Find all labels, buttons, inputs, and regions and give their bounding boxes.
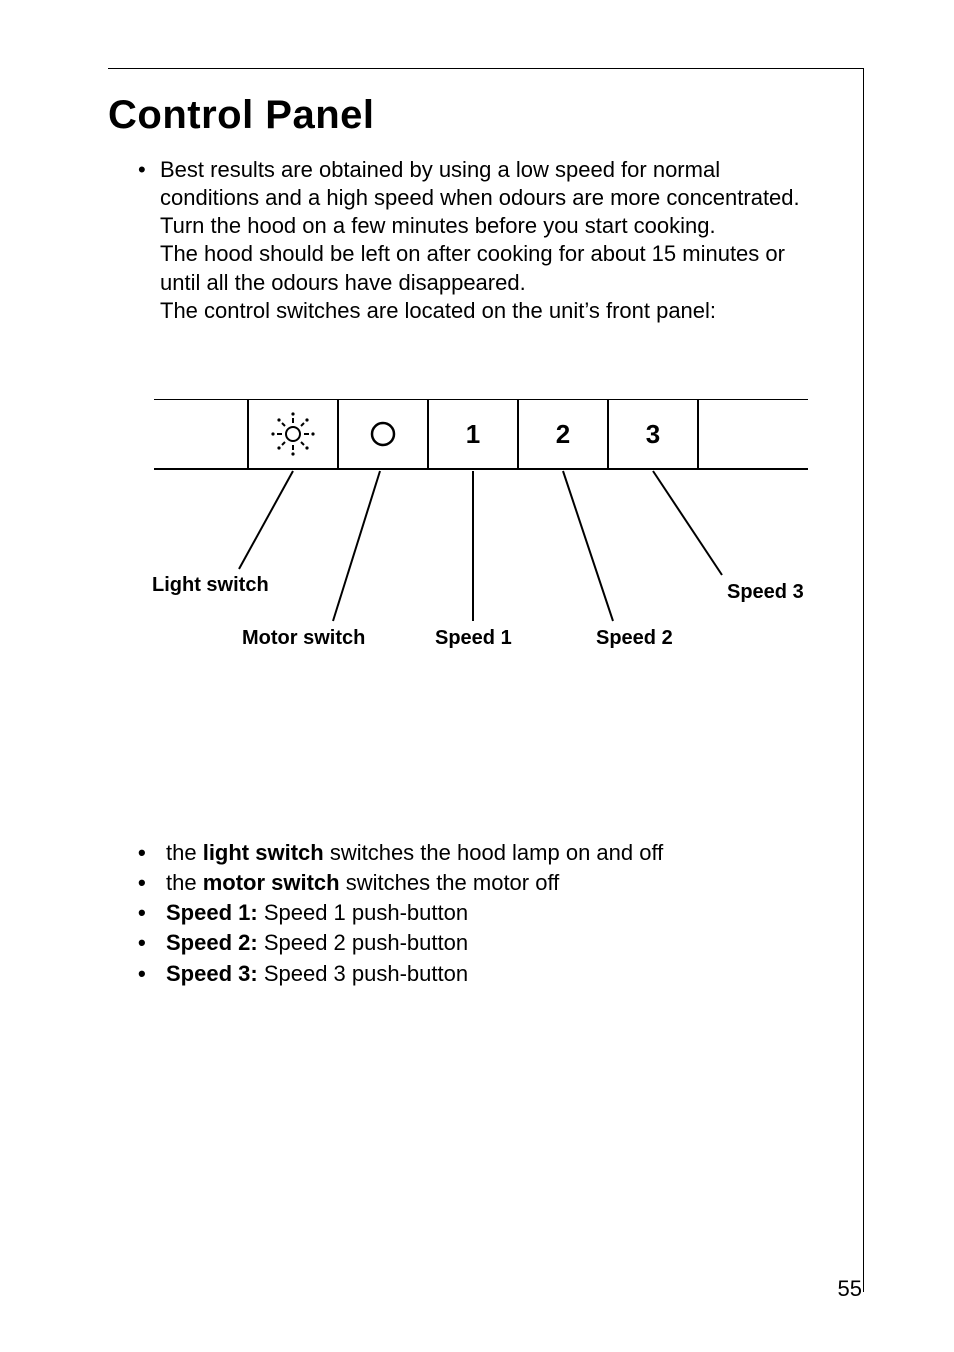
intro-line: conditions and a high speed when odours … (160, 185, 800, 210)
intro-line: The hood should be left on after cooking… (160, 241, 785, 266)
top-rule (108, 68, 864, 69)
intro-line: Turn the hood on a few minutes before yo… (160, 213, 716, 238)
text: the (166, 840, 203, 865)
text: switches the hood lamp on and off (324, 840, 664, 865)
list-item: Speed 2: Speed 2 push-button (138, 929, 864, 957)
motor-off-button[interactable] (338, 399, 428, 469)
motor-switch-label: Motor switch (242, 627, 365, 649)
list-item: Speed 3: Speed 3 push-button (138, 960, 864, 988)
page-title: Control Panel (108, 93, 864, 138)
text-bold: Speed 1: (166, 900, 258, 925)
list-item: the light switch switches the hood lamp … (138, 839, 864, 867)
text-bold: Speed 2: (166, 930, 258, 955)
text: Speed 3 push-button (258, 961, 468, 986)
speed1-label: Speed 1 (435, 627, 512, 649)
text: Speed 2 push-button (258, 930, 468, 955)
intro-line: The control switches are located on the … (160, 298, 716, 323)
text: the (166, 870, 203, 895)
circle-icon (372, 423, 394, 445)
speed3-label: Speed 3 (727, 581, 804, 603)
speed-1-label: 1 (466, 419, 480, 449)
description-list: the light switch switches the hood lamp … (138, 839, 864, 988)
panel-row (154, 399, 808, 469)
list-item: the motor switch switches the motor off (138, 869, 864, 897)
light-button[interactable] (248, 399, 338, 469)
speed-2-label: 2 (556, 419, 570, 449)
intro-line: Best results are obtained by using a low… (160, 157, 720, 182)
light-switch-label: Light switch (152, 574, 269, 596)
pointer-lines (239, 471, 722, 621)
text-bold: motor switch (203, 870, 340, 895)
intro-paragraph: • Best results are obtained by using a l… (160, 156, 864, 325)
text: Speed 1 push-button (258, 900, 468, 925)
page-number: 55 (838, 1276, 862, 1302)
speed-3-label: 3 (646, 419, 660, 449)
text: switches the motor off (340, 870, 560, 895)
intro-line: until all the odours have disappeared. (160, 270, 526, 295)
text-bold: light switch (203, 840, 324, 865)
page: Control Panel • Best results are obtaine… (0, 0, 954, 1352)
control-panel-diagram: 1 2 3 Light switch Motor switch Speed 1 … (108, 399, 866, 699)
list-item: Speed 1: Speed 1 push-button (138, 899, 864, 927)
text-bold: Speed 3: (166, 961, 258, 986)
speed2-label: Speed 2 (596, 627, 673, 649)
bullet-icon: • (138, 156, 146, 184)
light-icon (271, 412, 314, 455)
